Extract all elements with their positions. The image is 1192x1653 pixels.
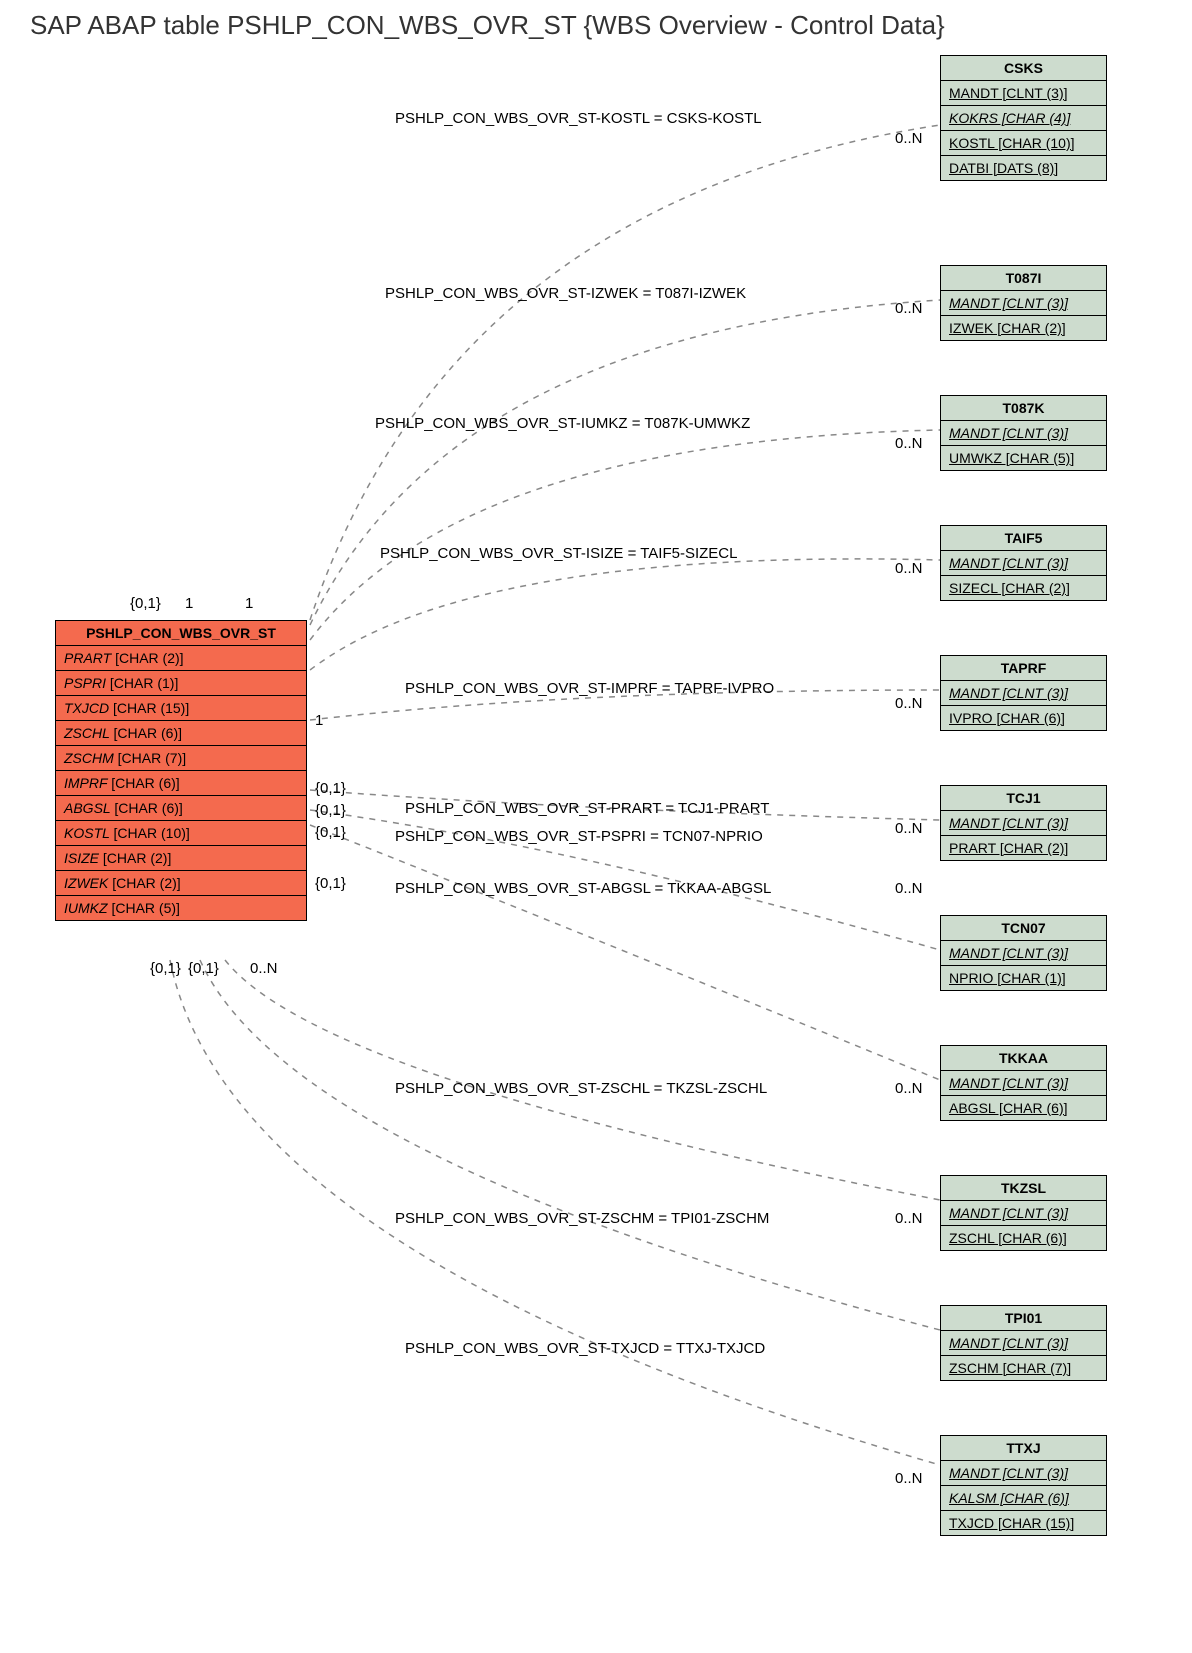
ref-field: UMWKZ [CHAR (5)]	[941, 446, 1106, 470]
ref-field: IVPRO [CHAR (6)]	[941, 706, 1106, 730]
ref-header: TAPRF	[941, 656, 1106, 681]
ref-header: TPI01	[941, 1306, 1106, 1331]
card-left-5: {0,1}	[315, 802, 346, 819]
relation-label: PSHLP_CON_WBS_OVR_ST-IMPRF = TAPRF-IVPRO	[405, 680, 774, 697]
ref-field: MANDT [CLNT (3)]	[941, 1331, 1106, 1356]
relation-label: PSHLP_CON_WBS_OVR_ST-ZSCHM = TPI01-ZSCHM	[395, 1210, 769, 1227]
ref-field: MANDT [CLNT (3)]	[941, 81, 1106, 106]
ref-entity-TTXJ: TTXJMANDT [CLNT (3)]KALSM [CHAR (6)]TXJC…	[940, 1435, 1107, 1536]
ref-header: TKKAA	[941, 1046, 1106, 1071]
ref-field: MANDT [CLNT (3)]	[941, 291, 1106, 316]
card-right: 0..N	[895, 820, 923, 837]
ref-entity-TKKAA: TKKAAMANDT [CLNT (3)]ABGSL [CHAR (6)]	[940, 1045, 1107, 1121]
card-right: 0..N	[895, 130, 923, 147]
ref-field: KOSTL [CHAR (10)]	[941, 131, 1106, 156]
ref-field: MANDT [CLNT (3)]	[941, 811, 1106, 836]
ref-field: MANDT [CLNT (3)]	[941, 421, 1106, 446]
relation-label: PSHLP_CON_WBS_OVR_ST-TXJCD = TTXJ-TXJCD	[405, 1340, 765, 1357]
ref-field: ZSCHL [CHAR (6)]	[941, 1226, 1106, 1250]
ref-header: TTXJ	[941, 1436, 1106, 1461]
ref-field: MANDT [CLNT (3)]	[941, 1201, 1106, 1226]
card-left-0: {0,1}	[130, 595, 161, 612]
relation-label: PSHLP_CON_WBS_OVR_ST-IZWEK = T087I-IZWEK	[385, 285, 746, 302]
ref-field: MANDT [CLNT (3)]	[941, 1461, 1106, 1486]
card-right: 0..N	[895, 560, 923, 577]
main-field: PRART [CHAR (2)]	[56, 646, 306, 671]
ref-header: TCJ1	[941, 786, 1106, 811]
ref-field: SIZECL [CHAR (2)]	[941, 576, 1106, 600]
ref-field: ZSCHM [CHAR (7)]	[941, 1356, 1106, 1380]
main-field: IUMKZ [CHAR (5)]	[56, 896, 306, 920]
ref-field: IZWEK [CHAR (2)]	[941, 316, 1106, 340]
card-left-1: 1	[185, 595, 193, 612]
card-right: 0..N	[895, 300, 923, 317]
ref-field: DATBI [DATS (8)]	[941, 156, 1106, 180]
ref-header: CSKS	[941, 56, 1106, 81]
ref-field: MANDT [CLNT (3)]	[941, 1071, 1106, 1096]
relation-label: PSHLP_CON_WBS_OVR_ST-ZSCHL = TKZSL-ZSCHL	[395, 1080, 767, 1097]
card-right: 0..N	[895, 435, 923, 452]
relation-label: PSHLP_CON_WBS_OVR_ST-IUMKZ = T087K-UMWKZ	[375, 415, 750, 432]
ref-entity-CSKS: CSKSMANDT [CLNT (3)]KOKRS [CHAR (4)]KOST…	[940, 55, 1107, 181]
ref-field: MANDT [CLNT (3)]	[941, 551, 1106, 576]
ref-header: TKZSL	[941, 1176, 1106, 1201]
ref-entity-TKZSL: TKZSLMANDT [CLNT (3)]ZSCHL [CHAR (6)]	[940, 1175, 1107, 1251]
main-field: KOSTL [CHAR (10)]	[56, 821, 306, 846]
ref-header: T087I	[941, 266, 1106, 291]
card-left-3: 1	[315, 712, 323, 729]
ref-field: MANDT [CLNT (3)]	[941, 941, 1106, 966]
relation-label: PSHLP_CON_WBS_OVR_ST-KOSTL = CSKS-KOSTL	[395, 110, 762, 127]
card-right: 0..N	[895, 880, 923, 897]
ref-field: MANDT [CLNT (3)]	[941, 681, 1106, 706]
ref-field: PRART [CHAR (2)]	[941, 836, 1106, 860]
card-right: 0..N	[895, 1080, 923, 1097]
ref-entity-TCN07: TCN07MANDT [CLNT (3)]NPRIO [CHAR (1)]	[940, 915, 1107, 991]
relation-label: PSHLP_CON_WBS_OVR_ST-PSPRI = TCN07-NPRIO	[395, 828, 763, 845]
card-left-6: {0,1}	[315, 824, 346, 841]
ref-entity-TPI01: TPI01MANDT [CLNT (3)]ZSCHM [CHAR (7)]	[940, 1305, 1107, 1381]
main-field: ZSCHL [CHAR (6)]	[56, 721, 306, 746]
relation-label: PSHLP_CON_WBS_OVR_ST-ISIZE = TAIF5-SIZEC…	[380, 545, 737, 562]
card-left-2: 1	[245, 595, 253, 612]
ref-entity-TCJ1: TCJ1MANDT [CLNT (3)]PRART [CHAR (2)]	[940, 785, 1107, 861]
card-left-7: {0,1}	[315, 875, 346, 892]
main-field: PSPRI [CHAR (1)]	[56, 671, 306, 696]
ref-header: T087K	[941, 396, 1106, 421]
ref-entity-TAPRF: TAPRFMANDT [CLNT (3)]IVPRO [CHAR (6)]	[940, 655, 1107, 731]
card-left-4: {0,1}	[315, 780, 346, 797]
main-field: ISIZE [CHAR (2)]	[56, 846, 306, 871]
main-field: IMPRF [CHAR (6)]	[56, 771, 306, 796]
card-left-9: {0,1}	[188, 960, 219, 977]
ref-entity-T087I: T087IMANDT [CLNT (3)]IZWEK [CHAR (2)]	[940, 265, 1107, 341]
ref-field: ABGSL [CHAR (6)]	[941, 1096, 1106, 1120]
card-left-10: 0..N	[250, 960, 278, 977]
main-field: IZWEK [CHAR (2)]	[56, 871, 306, 896]
ref-header: TCN07	[941, 916, 1106, 941]
card-right: 0..N	[895, 1210, 923, 1227]
ref-field: TXJCD [CHAR (15)]	[941, 1511, 1106, 1535]
ref-entity-T087K: T087KMANDT [CLNT (3)]UMWKZ [CHAR (5)]	[940, 395, 1107, 471]
ref-entity-TAIF5: TAIF5MANDT [CLNT (3)]SIZECL [CHAR (2)]	[940, 525, 1107, 601]
main-entity: PSHLP_CON_WBS_OVR_ST PRART [CHAR (2)]PSP…	[55, 620, 307, 921]
card-right: 0..N	[895, 695, 923, 712]
ref-header: TAIF5	[941, 526, 1106, 551]
main-entity-header: PSHLP_CON_WBS_OVR_ST	[56, 621, 306, 646]
relation-label: PSHLP_CON_WBS_OVR_ST-PRART = TCJ1-PRART	[405, 800, 769, 817]
page-title: SAP ABAP table PSHLP_CON_WBS_OVR_ST {WBS…	[30, 10, 945, 41]
card-left-8: {0,1}	[150, 960, 181, 977]
ref-field: NPRIO [CHAR (1)]	[941, 966, 1106, 990]
main-field: TXJCD [CHAR (15)]	[56, 696, 306, 721]
main-field: ZSCHM [CHAR (7)]	[56, 746, 306, 771]
relation-label: PSHLP_CON_WBS_OVR_ST-ABGSL = TKKAA-ABGSL	[395, 880, 771, 897]
ref-field: KOKRS [CHAR (4)]	[941, 106, 1106, 131]
main-field: ABGSL [CHAR (6)]	[56, 796, 306, 821]
ref-field: KALSM [CHAR (6)]	[941, 1486, 1106, 1511]
card-right: 0..N	[895, 1470, 923, 1487]
